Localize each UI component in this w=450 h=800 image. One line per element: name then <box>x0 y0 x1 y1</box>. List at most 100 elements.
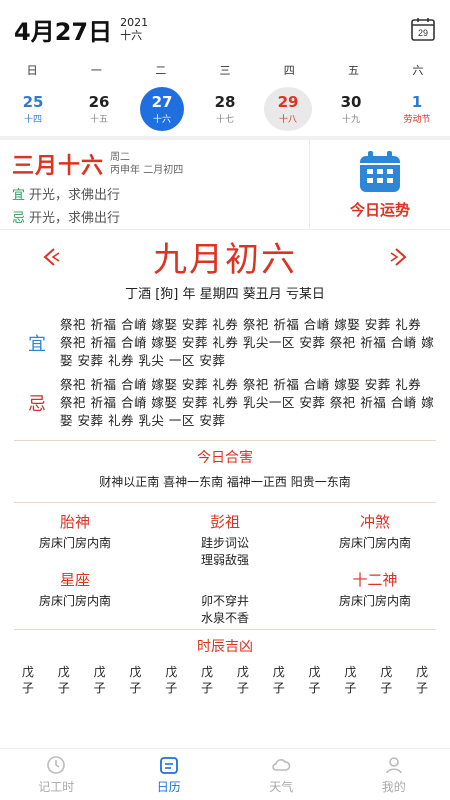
cell-line: 房床门房内南 <box>338 594 411 608</box>
hour-branch: 子 <box>201 681 214 695</box>
hours-row: 戊子 戊子 戊子 戊子 戊子 戊子 戊子 戊子 戊子 戊子 戊子 戊子 <box>0 664 450 696</box>
hour-item: 戊子 <box>368 664 404 696</box>
day-cell-marked[interactable]: 29 十八 <box>264 87 312 131</box>
day-cell-selected[interactable]: 27 十六 <box>140 87 184 131</box>
cell-body: 卯不穿井 水泉不香 <box>150 593 300 627</box>
hour-stem: 戊 <box>93 665 106 679</box>
cell-title: 星座 <box>59 571 90 589</box>
cell-line: 房床门房内南 <box>338 536 411 550</box>
day-lunar: 十八 <box>278 115 297 125</box>
lunar-day: 十六 <box>120 29 143 42</box>
ji-block: 忌 祭祀 祈福 合嵴 嫁娶 安葬 礼券 祭祀 祈福 合嵴 嫁娶 安葬 礼券 祭祀… <box>0 376 450 430</box>
day-cell[interactable]: 25 十四 <box>0 87 66 131</box>
day-cell[interactable]: 28 十七 <box>192 87 258 131</box>
hour-item: 戊子 <box>10 664 46 696</box>
cell-body: 房床门房内南 <box>0 593 150 627</box>
tab-label: 天气 <box>269 780 294 794</box>
hours-title: 时辰吉凶 <box>197 639 253 655</box>
tab-label: 记工时 <box>38 780 75 794</box>
hour-stem: 戊 <box>236 665 249 679</box>
hour-item: 戊子 <box>297 664 333 696</box>
hehai-title: 今日合害 <box>197 450 253 466</box>
hour-stem: 戊 <box>308 665 321 679</box>
pengzu-cell: 彭祖 跬步词讼 理弱敌强 <box>150 511 300 569</box>
hour-branch: 子 <box>416 681 429 695</box>
ji-tag: 忌 <box>12 211 26 226</box>
lunar-title-row: 九月初六 <box>0 230 450 282</box>
ji-mark: 忌 <box>28 394 46 415</box>
hour-stem: 戊 <box>380 665 393 679</box>
hour-stem: 戊 <box>21 665 34 679</box>
calendar-icon <box>159 757 178 774</box>
yi-summary: 宜开光，求佛出行 <box>12 184 297 203</box>
weekday-sat: 六 <box>412 64 424 77</box>
hour-branch: 子 <box>57 681 70 695</box>
pengzu-cell-2: 卯不穿井 水泉不香 <box>150 569 300 627</box>
weekday-thu: 四 <box>283 64 295 77</box>
hehai-body: 财神以正南 喜神一东南 福神一正西 阳贵一东南 <box>99 475 351 489</box>
day-lunar: 十七 <box>215 115 234 125</box>
tab-calendar[interactable]: 日历 <box>113 749 226 800</box>
lunar-summary: 三月十六 周二 丙申年 二月初四 宜开光，求佛出行 忌开光，求佛出行 <box>0 140 310 229</box>
hour-branch: 子 <box>344 681 357 695</box>
chongsha-cell: 冲煞 房床门房内南 <box>300 511 450 569</box>
divider <box>14 440 436 441</box>
year: 2021 <box>120 16 149 29</box>
hour-item: 戊子 <box>404 664 440 696</box>
calendar-today-icon[interactable]: 29 <box>410 16 436 42</box>
day-lunar: 十九 <box>341 115 360 125</box>
yi-tag: 宜 <box>12 188 26 203</box>
lunar-meta: 周二 丙申年 二月初四 <box>110 151 183 177</box>
lunar-date: 三月十六 <box>12 154 105 179</box>
cell-line: 房床门房内南 <box>38 594 111 608</box>
hour-item: 戊子 <box>261 664 297 696</box>
week-days-row: 25 十四 26 十五 27 十六 28 十七 29 十八 30 十九 1 劳动… <box>0 82 450 136</box>
day-cell-holiday[interactable]: 1 劳动节 <box>384 87 450 131</box>
cell-line: 跬步词讼 <box>200 536 249 550</box>
tab-label: 我的 <box>381 780 406 794</box>
day-number: 30 <box>340 93 362 111</box>
weekday-tue: 二 <box>155 64 167 77</box>
tab-label: 日历 <box>156 780 181 794</box>
day-number: 26 <box>88 93 110 111</box>
hour-branch: 子 <box>129 681 142 695</box>
cell-title: 冲煞 <box>359 513 390 531</box>
fortune-label: 今日运势 <box>349 201 410 219</box>
week-header: 日 一 二 三 四 五 六 <box>0 58 450 82</box>
divider <box>14 629 436 630</box>
cell-title: 十二神 <box>352 571 398 589</box>
tab-work-hours[interactable]: 记工时 <box>0 749 113 800</box>
weekday-sun: 日 <box>26 64 38 77</box>
ji-items: 祭祀 祈福 合嵴 嫁娶 安葬 礼券 祭祀 祈福 合嵴 嫁娶 安葬 礼券 祭祀 祈… <box>60 377 435 428</box>
ganzhi-line: 丙申年 二月初四 <box>110 165 184 176</box>
cell-body: 房床门房内南 <box>300 535 450 569</box>
xingzuo-cell: 星座 房床门房内南 <box>0 569 150 627</box>
hour-stem: 戊 <box>344 665 357 679</box>
cell-line: 水泉不香 <box>200 611 249 625</box>
day-number: 28 <box>214 93 236 111</box>
lunar-title: 九月初六 <box>153 239 297 280</box>
day-lunar: 十六 <box>152 115 171 125</box>
tab-weather[interactable]: 天气 <box>225 749 338 800</box>
day-cell[interactable]: 26 十五 <box>66 87 132 131</box>
clock-icon <box>47 756 66 774</box>
yi-items: 祭祀 祈福 合嵴 嫁娶 安葬 礼券 祭祀 祈福 合嵴 嫁娶 安葬 礼券 祭祀 祈… <box>60 317 435 368</box>
hour-branch: 子 <box>165 681 178 695</box>
hour-item: 戊子 <box>332 664 368 696</box>
info-grid-row-2: 星座 房床门房内南 卯不穿井 水泉不香 十二神 房床门房内南 <box>0 569 450 627</box>
calendar-badge: 29 <box>418 28 428 38</box>
yi-text: 开光，求佛出行 <box>29 188 121 203</box>
cell-body: 房床门房内南 <box>0 535 150 569</box>
next-day-arrow-icon[interactable] <box>388 246 410 268</box>
cell-line: 理弱敌强 <box>200 553 249 567</box>
divider <box>14 502 436 503</box>
user-icon <box>385 757 402 774</box>
fortune-button[interactable]: 今日运势 <box>310 140 450 229</box>
shi-er-shen-cell: 十二神 房床门房内南 <box>300 569 450 627</box>
info-grid-row-1: 胎神 房床门房内南 彭祖 跬步词讼 理弱敌强 冲煞 房床门房内南 <box>0 511 450 569</box>
hour-stem: 戊 <box>165 665 178 679</box>
prev-day-arrow-icon[interactable] <box>40 246 62 268</box>
tab-profile[interactable]: 我的 <box>338 749 450 800</box>
day-cell[interactable]: 30 十九 <box>318 87 384 131</box>
holiday-label: 劳动节 <box>403 115 431 125</box>
